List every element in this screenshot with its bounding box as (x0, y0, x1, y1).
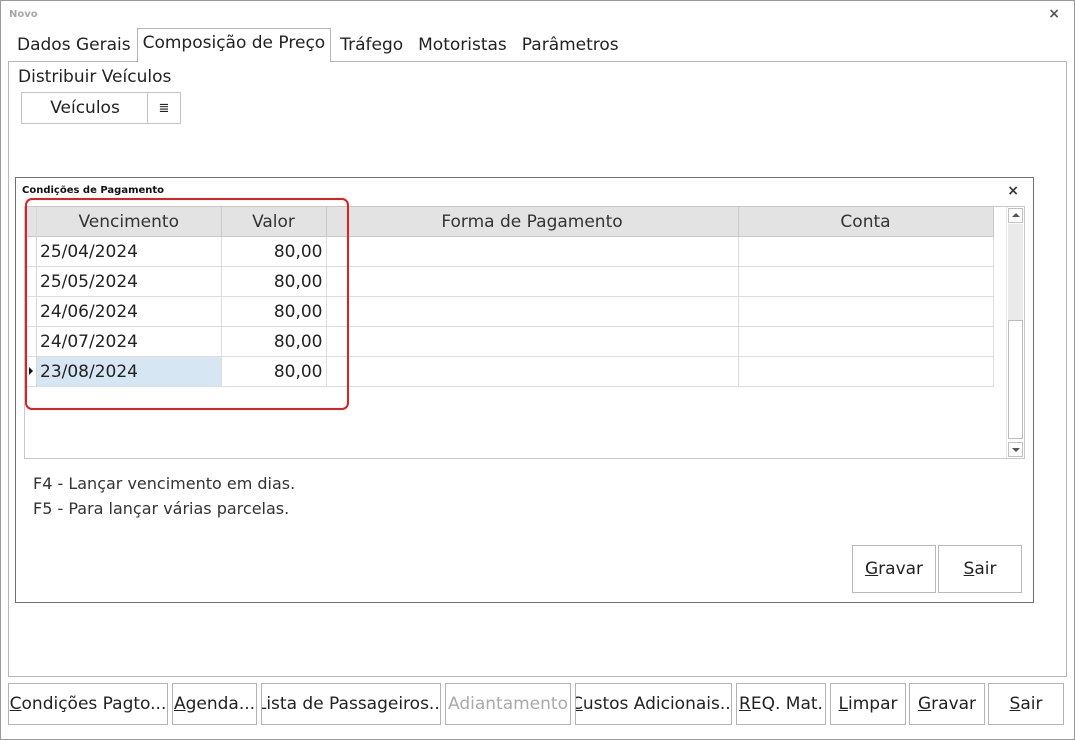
condicoes-label: ondições Pagto... (21, 694, 167, 714)
valor-cell[interactable]: 80,00 (221, 296, 327, 327)
conta-cell[interactable] (738, 266, 994, 297)
payment-table: Vencimento Valor Forma de Pagamento Cont… (37, 207, 994, 387)
table-row-selected[interactable]: 23/08/2024 80,00 (37, 356, 994, 387)
agenda-button[interactable]: Agenda... (172, 683, 257, 725)
veiculos-button[interactable]: Veículos (21, 92, 149, 124)
tab-parametros[interactable]: Parâmetros (513, 28, 625, 61)
dialog-gravar-button[interactable]: Gravar (852, 545, 936, 593)
column-header-conta[interactable]: Conta (738, 207, 994, 237)
custos-mnemonic: C (576, 694, 583, 714)
close-icon[interactable]: × (1007, 183, 1019, 199)
conta-cell[interactable] (738, 236, 994, 267)
agenda-label: genda... (185, 694, 256, 714)
table-row[interactable]: 24/06/2024 80,00 (37, 296, 994, 327)
vencimento-cell[interactable]: 23/08/2024 (37, 356, 222, 387)
valor-cell[interactable]: 80,00 (221, 236, 327, 267)
forma-pagamento-cell[interactable] (326, 356, 739, 387)
scroll-up-icon[interactable] (1008, 208, 1023, 223)
table-row[interactable]: 25/04/2024 80,00 (37, 236, 994, 267)
lista-passageiros-button[interactable]: Lista de Passageiros... (261, 683, 441, 725)
conta-cell[interactable] (738, 356, 994, 387)
gravar-mnemonic: G (917, 694, 932, 714)
conta-cell[interactable] (738, 326, 994, 357)
agenda-mnemonic: A (173, 694, 186, 714)
close-icon[interactable]: × (1048, 6, 1060, 22)
gravar-label: ravar (931, 694, 977, 714)
payment-grid: Vencimento Valor Forma de Pagamento Cont… (24, 206, 1025, 459)
dialog-title: Condições de Pagamento (22, 185, 165, 196)
conta-cell[interactable] (738, 296, 994, 327)
req-mnemonic: R (739, 694, 751, 714)
forma-pagamento-cell[interactable] (326, 236, 739, 267)
forma-pagamento-cell[interactable] (326, 326, 739, 357)
tab-composicao-preco[interactable]: Composição de Preço (136, 28, 332, 63)
vencimento-cell[interactable]: 25/05/2024 (37, 266, 222, 297)
tab-dados-gerais[interactable]: Dados Gerais (8, 28, 137, 61)
table-row[interactable]: 25/05/2024 80,00 (37, 266, 994, 297)
vertical-scrollbar[interactable] (1006, 207, 1024, 458)
limpar-button[interactable]: Limpar (830, 683, 906, 725)
sair-mnemonic: S (963, 559, 975, 579)
limpar-mnemonic: L (838, 694, 848, 714)
column-header-forma-pagamento[interactable]: Forma de Pagamento (326, 207, 739, 237)
sair-mnemonic: S (1009, 694, 1021, 714)
tab-trafego[interactable]: Tráfego (331, 28, 409, 61)
valor-cell[interactable]: 80,00 (221, 356, 327, 387)
hint-f5: F5 - Para lançar várias parcelas. (33, 499, 290, 518)
vencimento-cell[interactable]: 25/04/2024 (37, 236, 222, 267)
column-header-valor[interactable]: Valor (221, 207, 327, 237)
vencimento-cell[interactable]: 24/06/2024 (37, 296, 222, 327)
table-row[interactable]: 24/07/2024 80,00 (37, 326, 994, 357)
sair-label: air (1020, 694, 1043, 714)
condicoes-mnemonic: C (9, 694, 22, 714)
gravar-mnemonic: G (864, 559, 879, 579)
dialog-sair-button[interactable]: Sair (938, 545, 1022, 593)
adiantamento-button: Adiantamento (445, 683, 571, 725)
req-label: EQ. Mat. (750, 694, 823, 714)
limpar-label: impar (848, 694, 898, 714)
forma-pagamento-cell[interactable] (326, 266, 739, 297)
hint-f4: F4 - Lançar vencimento em dias. (33, 474, 296, 493)
custos-adicionais-button[interactable]: Custos Adicionais... (575, 683, 732, 725)
scrollbar-track[interactable] (1008, 224, 1023, 320)
gravar-label: ravar (878, 559, 924, 579)
distribuir-veiculos-label: Distribuir Veículos (18, 67, 172, 87)
valor-cell[interactable]: 80,00 (221, 326, 327, 357)
sair-button[interactable]: Sair (988, 683, 1064, 725)
scroll-down-icon[interactable] (1008, 442, 1023, 457)
gravar-button[interactable]: Gravar (909, 683, 985, 725)
forma-pagamento-cell[interactable] (326, 296, 739, 327)
req-mat-button[interactable]: R EQ. Mat. (736, 683, 826, 725)
condicoes-pagto-button[interactable]: Condições Pagto... (8, 683, 168, 725)
scrollbar-thumb[interactable] (1008, 320, 1023, 439)
sair-label: air (974, 559, 997, 579)
vencimento-cell[interactable]: 24/07/2024 (37, 326, 222, 357)
condicoes-pagamento-dialog: Condições de Pagamento × Vencimento Valo… (15, 177, 1034, 603)
tab-strip: Dados Gerais Composição de Preço Tráfego… (8, 28, 625, 63)
tab-motoristas[interactable]: Motoristas (409, 28, 513, 61)
custos-label: ustos Adicionais... (582, 694, 732, 714)
window-title: Novo (9, 9, 38, 20)
valor-cell[interactable]: 80,00 (221, 266, 327, 297)
column-header-vencimento[interactable]: Vencimento (37, 207, 222, 237)
current-row-arrow-icon (29, 367, 33, 375)
row-indicator-column (25, 207, 37, 387)
list-icon[interactable]: ≣ (147, 92, 181, 124)
